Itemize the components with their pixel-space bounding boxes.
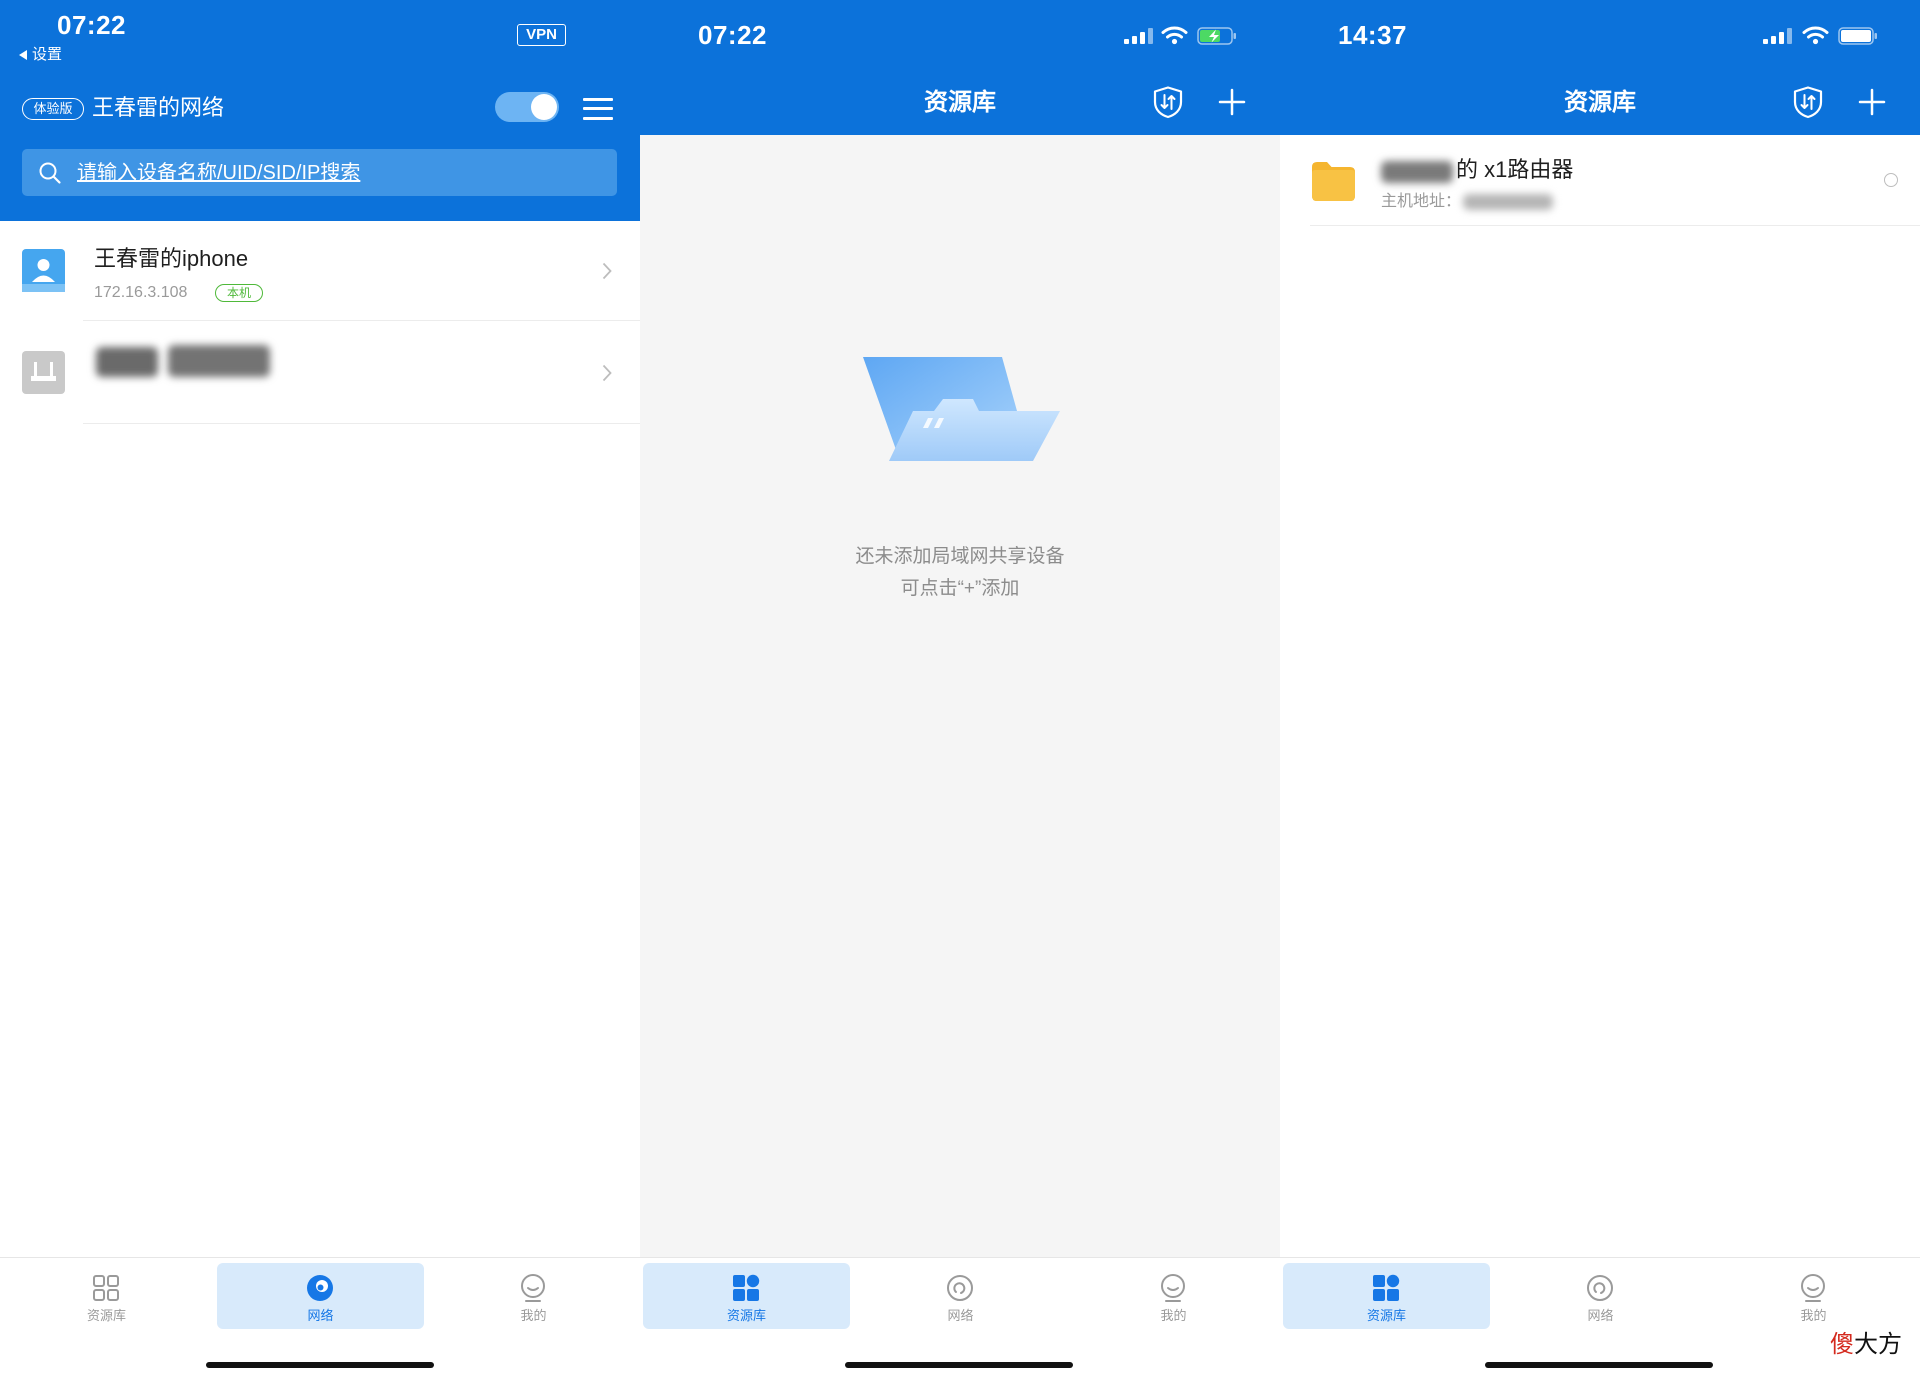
device-name: 王春雷的iphone: [94, 246, 249, 271]
network-toggle[interactable]: [495, 92, 559, 122]
chevron-right-icon: [602, 262, 612, 280]
search-icon: [39, 162, 61, 184]
folder-icon: [1312, 162, 1355, 201]
tab-profile[interactable]: 我的: [1070, 1263, 1277, 1329]
redacted-device-name: [168, 345, 270, 377]
select-radio[interactable]: [1884, 173, 1898, 187]
profile-icon: [1801, 1274, 1825, 1302]
row-divider: [1310, 225, 1920, 226]
watermark-rest: 大方: [1854, 1331, 1902, 1358]
library-header: 14:37 资源库: [1280, 0, 1920, 135]
network-screen: 07:22 设置 VPN 体验版 王春雷的网络 请输入设备名称/UID/SID/…: [0, 0, 640, 1385]
row-divider: [83, 423, 640, 424]
tab-label: 资源库: [726, 1308, 766, 1323]
share-name: 的 x1路由器: [1456, 157, 1574, 182]
back-to-settings-link[interactable]: 设置: [19, 46, 79, 64]
menu-line: [583, 98, 613, 101]
tab-label: 我的: [1160, 1308, 1187, 1323]
network-icon: [307, 1275, 333, 1301]
library-header: 07:22 资源库: [640, 0, 1280, 135]
search-field[interactable]: 请输入设备名称/UID/SID/IP搜索: [22, 149, 617, 196]
library-empty-screen: 07:22 资源库 还未添加局域网共享设备 可点击“+”添加 资源库 网络 我的: [640, 0, 1280, 1385]
empty-state-area: [640, 135, 1280, 1257]
tab-label: 网络: [1587, 1308, 1614, 1323]
battery-charging-icon: [1197, 27, 1236, 45]
status-time: 07:22: [57, 10, 126, 40]
watermark: 傻大方: [1830, 1331, 1902, 1359]
tab-label: 资源库: [86, 1308, 126, 1323]
empty-state-message: 还未添加局域网共享设备: [855, 546, 1065, 567]
tab-network[interactable]: 网络: [217, 1263, 424, 1329]
tab-profile[interactable]: 我的: [430, 1263, 637, 1329]
toggle-knob: [531, 94, 557, 120]
chevron-right-icon: [602, 364, 612, 382]
profile-icon: [521, 1274, 545, 1302]
transfer-shield-icon[interactable]: [1791, 85, 1825, 119]
add-icon[interactable]: [1217, 87, 1247, 117]
status-time: 14:37: [1338, 20, 1407, 50]
library-grid-icon: [93, 1275, 119, 1301]
redacted-host-address: [1463, 194, 1553, 210]
device-ip: 172.16.3.108: [94, 284, 188, 301]
tab-library[interactable]: 资源库: [643, 1263, 850, 1329]
home-indicator[interactable]: [845, 1362, 1073, 1368]
transfer-shield-icon[interactable]: [1151, 85, 1185, 119]
wifi-icon: [1161, 26, 1188, 45]
tab-label: 资源库: [1366, 1308, 1406, 1323]
back-label: 设置: [32, 46, 63, 63]
search-placeholder: 请输入设备名称/UID/SID/IP搜索: [77, 162, 361, 184]
vpn-badge: VPN: [517, 24, 566, 46]
network-name[interactable]: 王春雷的网络: [92, 95, 224, 121]
tab-label: 网络: [307, 1308, 334, 1323]
router-icon: [22, 351, 65, 394]
menu-line: [583, 117, 613, 120]
home-indicator[interactable]: [206, 1362, 434, 1368]
status-time: 07:22: [698, 20, 767, 50]
redacted-device-name: [96, 347, 158, 377]
library-grid-icon: [1373, 1274, 1400, 1301]
local-device-badge: 本机: [215, 284, 263, 302]
share-row[interactable]: 的 x1路由器 主机地址：: [1280, 135, 1920, 226]
signal-icon: [1763, 28, 1792, 44]
host-address-label: 主机地址：: [1381, 193, 1462, 210]
tab-profile[interactable]: 我的: [1710, 1263, 1917, 1329]
back-triangle-icon: [19, 50, 27, 60]
add-icon[interactable]: [1857, 87, 1887, 117]
tab-network[interactable]: 网络: [857, 1263, 1064, 1329]
tab-label: 我的: [520, 1308, 547, 1323]
menu-line: [583, 107, 613, 110]
edition-badge: 体验版: [22, 98, 84, 120]
signal-icon: [1124, 28, 1153, 44]
battery-icon: [1838, 27, 1877, 45]
library-list-screen: 14:37 资源库 的 x1路由器 主机地址： 资源库 网络 我的: [1280, 0, 1920, 1385]
empty-state-hint: 可点击“+”添加: [900, 578, 1020, 599]
wifi-icon: [1802, 26, 1829, 45]
tab-label: 网络: [947, 1308, 974, 1323]
network-header: 07:22 设置 VPN 体验版 王春雷的网络 请输入设备名称/UID/SID/…: [0, 0, 640, 221]
device-row[interactable]: [0, 321, 640, 424]
profile-icon: [1161, 1274, 1185, 1302]
hamburger-menu-icon[interactable]: [583, 96, 613, 120]
tab-library[interactable]: 资源库: [3, 1263, 210, 1329]
redacted-share-name: [1381, 161, 1453, 183]
watermark-first-char: 傻: [1830, 1331, 1854, 1358]
network-icon: [1587, 1275, 1613, 1301]
tab-network[interactable]: 网络: [1497, 1263, 1704, 1329]
user-icon: [22, 249, 65, 292]
empty-folder-illustration: [863, 357, 1060, 461]
home-indicator[interactable]: [1485, 1362, 1713, 1368]
device-row[interactable]: 王春雷的iphone 172.16.3.108 本机: [0, 221, 640, 321]
library-grid-icon: [733, 1274, 760, 1301]
tab-library[interactable]: 资源库: [1283, 1263, 1490, 1329]
network-icon: [947, 1275, 973, 1301]
tab-label: 我的: [1800, 1308, 1827, 1323]
